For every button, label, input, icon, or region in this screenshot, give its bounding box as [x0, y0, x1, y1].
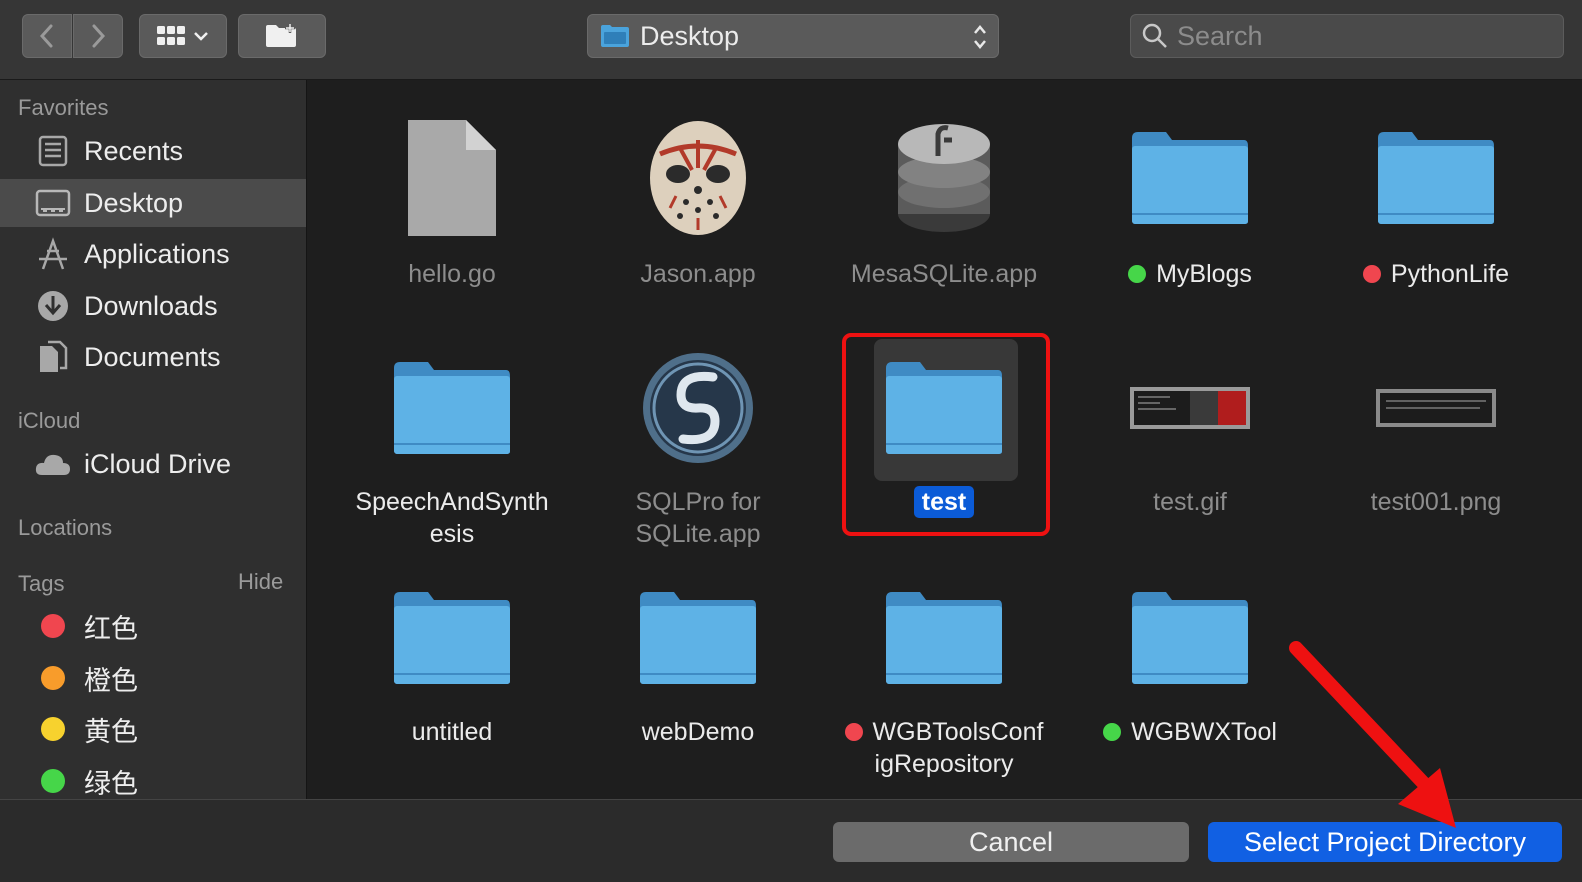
file-item-pythonlife[interactable]: PythonLife	[1316, 118, 1556, 298]
file-name: test001.png	[1370, 488, 1502, 516]
toolbar: Desktop Search	[0, 0, 1582, 80]
sidebar-item-label: 黄色	[84, 716, 138, 747]
tag-dot-green	[1103, 723, 1122, 741]
sidebar-item-label: Documents	[84, 341, 221, 372]
sidebar-item-recents[interactable]: Recents	[0, 127, 306, 175]
file-item-wgbtoolsconfigrepository[interactable]: WGBToolsConf igRepository	[824, 578, 1064, 788]
file-item-hello-go[interactable]: hello.go	[332, 118, 572, 298]
image-thumbnail-icon	[1130, 348, 1250, 468]
tags-hide-button[interactable]: Hide	[238, 569, 283, 595]
tag-dot-red	[844, 723, 863, 741]
sidebar-tag-yellow[interactable]: 黄色	[0, 705, 306, 753]
folder-icon	[1130, 118, 1250, 238]
folder-icon	[392, 348, 512, 468]
documents-icon	[34, 338, 72, 376]
tag-dot-green	[1128, 265, 1147, 283]
folder-icon	[884, 578, 1004, 698]
sidebar-tag-green[interactable]: 绿色	[0, 757, 306, 799]
cloud-icon	[34, 445, 72, 483]
file-item-webdemo[interactable]: webDemo	[578, 578, 818, 788]
sidebar: Favorites Recents Desktop Applications D…	[0, 80, 307, 799]
folder-icon	[601, 25, 629, 47]
location-label: Desktop	[640, 20, 740, 51]
up-down-arrows-icon	[974, 25, 986, 49]
new-folder-button[interactable]	[238, 14, 326, 58]
search-placeholder: Search	[1177, 20, 1263, 51]
file-item-test001-png[interactable]: test001.png	[1316, 348, 1556, 558]
file-name: webDemo	[641, 718, 755, 746]
file-item-untitled[interactable]: untitled	[332, 578, 572, 788]
sidebar-item-label: Recents	[84, 135, 184, 166]
folder-icon	[1376, 118, 1496, 238]
sidebar-item-label: 绿色	[84, 768, 138, 799]
view-options-button[interactable]	[139, 14, 227, 58]
sidebar-tag-red[interactable]: 红色	[0, 602, 306, 650]
cancel-button[interactable]: Cancel	[833, 822, 1189, 862]
hockey-mask-icon	[638, 118, 758, 238]
icon-grid-icon	[157, 26, 185, 45]
chevron-left-icon	[39, 24, 53, 48]
file-name: untitled	[411, 718, 493, 746]
search-field[interactable]: Search	[1130, 14, 1564, 58]
file-name: PythonLife	[1316, 258, 1556, 290]
new-folder-icon	[266, 23, 296, 47]
annotation-arrow-icon	[1289, 641, 1456, 828]
forward-button[interactable]	[73, 14, 123, 58]
locations-heading: Locations	[18, 515, 113, 540]
back-button[interactable]	[22, 14, 72, 58]
tags-heading: Tags	[18, 571, 65, 596]
sqlpro-logo-icon	[638, 348, 758, 468]
file-item-speechandsynthesis[interactable]: SpeechAndSynth esis	[332, 348, 572, 558]
folder-icon	[1130, 578, 1250, 698]
file-name: SpeechAndSynth esis	[355, 488, 549, 548]
sidebar-item-applications[interactable]: Applications	[0, 230, 306, 278]
folder-icon	[392, 578, 512, 698]
downloads-icon	[34, 287, 72, 325]
tag-dot-yellow	[41, 717, 65, 741]
favorites-heading: Favorites	[18, 95, 109, 120]
file-name: test.gif	[1153, 488, 1227, 516]
sidebar-item-label: 橙色	[84, 665, 138, 696]
tag-dot-green	[41, 769, 65, 793]
tag-dot-red	[41, 614, 65, 638]
file-name: hello.go	[408, 260, 496, 288]
sidebar-item-label: Desktop	[84, 187, 184, 218]
image-thumbnail-icon	[1376, 348, 1496, 468]
sidebar-item-downloads[interactable]: Downloads	[0, 282, 306, 330]
file-name: Jason.app	[640, 260, 756, 288]
file-name: MyBlogs	[1070, 258, 1310, 290]
sidebar-item-icloud-drive[interactable]: iCloud Drive	[0, 440, 306, 488]
file-name: MesaSQLite.app	[850, 260, 1038, 288]
database-icon	[884, 118, 1004, 238]
recents-icon	[34, 132, 72, 170]
applications-icon	[34, 235, 72, 273]
folder-icon	[638, 578, 758, 698]
sidebar-item-documents[interactable]: Documents	[0, 333, 306, 381]
tag-dot-orange	[41, 666, 65, 690]
document-icon	[392, 118, 512, 238]
sidebar-item-desktop[interactable]: Desktop	[0, 179, 306, 227]
sidebar-tag-orange[interactable]: 橙色	[0, 654, 306, 702]
file-item-wgbwxtool[interactable]: WGBWXTool	[1070, 578, 1310, 788]
chevron-down-icon	[194, 32, 208, 41]
sidebar-item-label: Applications	[84, 238, 230, 269]
sidebar-item-label: Downloads	[84, 290, 218, 321]
annotation-highlight-box	[842, 333, 1050, 536]
file-name: WGBWXTool	[1070, 716, 1310, 748]
file-item-test-gif[interactable]: test.gif	[1070, 348, 1310, 558]
search-icon	[1142, 23, 1167, 48]
file-item-sqlpro-app[interactable]: SQLPro for SQLite.app	[578, 348, 818, 558]
chevron-right-icon	[92, 24, 106, 48]
sidebar-item-label: 红色	[84, 613, 138, 644]
file-item-jason-app[interactable]: Jason.app	[578, 118, 818, 298]
file-name: WGBToolsConf igRepository	[824, 716, 1064, 780]
icloud-heading: iCloud	[18, 408, 81, 433]
sidebar-item-label: iCloud Drive	[84, 448, 232, 479]
file-item-mesasqlite-app[interactable]: MesaSQLite.app	[824, 118, 1064, 298]
desktop-icon	[34, 184, 72, 222]
location-popup[interactable]: Desktop	[587, 14, 999, 58]
file-name: SQLPro for SQLite.app	[635, 488, 761, 548]
tag-dot-red	[1362, 265, 1381, 283]
file-item-myblogs[interactable]: MyBlogs	[1070, 118, 1310, 298]
